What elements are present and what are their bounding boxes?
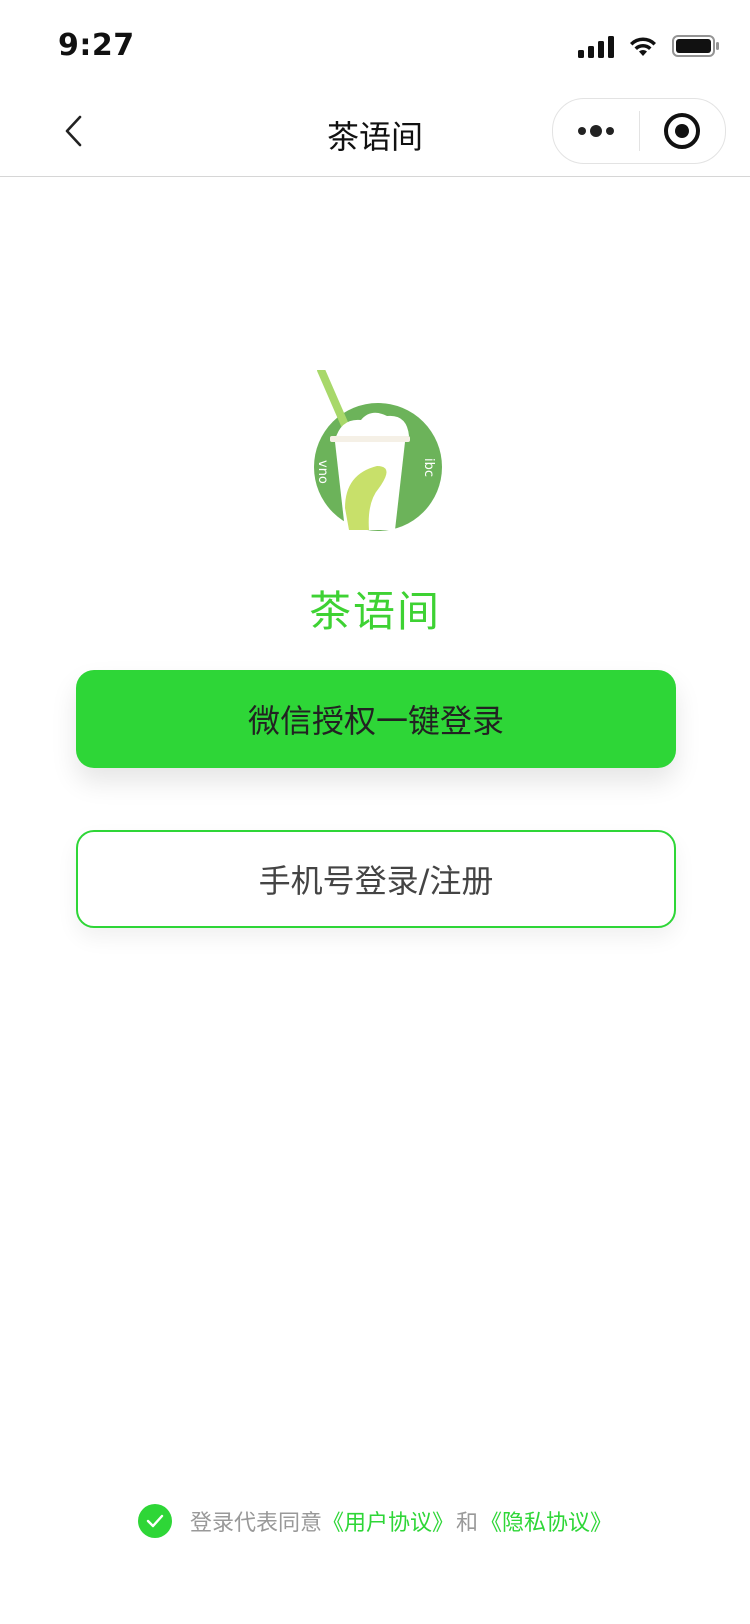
agree-checkbox[interactable] xyxy=(137,1504,172,1538)
agreement-row: 登录代表同意 《用户协议》 和 《隐私协议》 xyxy=(0,1504,750,1538)
logo-right-text: ibc xyxy=(421,458,436,477)
mini-program-capsule xyxy=(552,98,726,164)
cellular-signal-icon xyxy=(578,34,614,58)
status-icons xyxy=(578,34,720,58)
app-name: 茶语间 xyxy=(308,587,441,636)
user-agreement-link[interactable]: 《用户协议》 xyxy=(322,1505,454,1537)
status-time: 9:27 xyxy=(58,28,135,63)
status-bar: 9:27 xyxy=(0,0,750,88)
wifi-icon xyxy=(630,37,656,56)
navigation-bar: 茶语间 xyxy=(0,88,750,177)
wechat-login-button[interactable]: 微信授权一键登录 xyxy=(76,670,676,768)
phone-login-button[interactable]: 手机号登录/注册 xyxy=(76,830,676,928)
check-icon xyxy=(146,1514,164,1528)
privacy-policy-link[interactable]: 《隐私协议》 xyxy=(480,1505,612,1537)
more-dots-icon xyxy=(577,125,614,137)
close-button[interactable] xyxy=(640,99,726,163)
logo-left-text: vno xyxy=(315,460,330,484)
target-close-icon xyxy=(664,113,701,149)
battery-icon xyxy=(672,35,719,57)
agreement-prefix: 登录代表同意 xyxy=(189,1511,322,1536)
agreement-conjunction: 和 xyxy=(456,1511,479,1536)
app-logo: vno ibc xyxy=(314,370,442,531)
more-button[interactable] xyxy=(553,99,639,163)
